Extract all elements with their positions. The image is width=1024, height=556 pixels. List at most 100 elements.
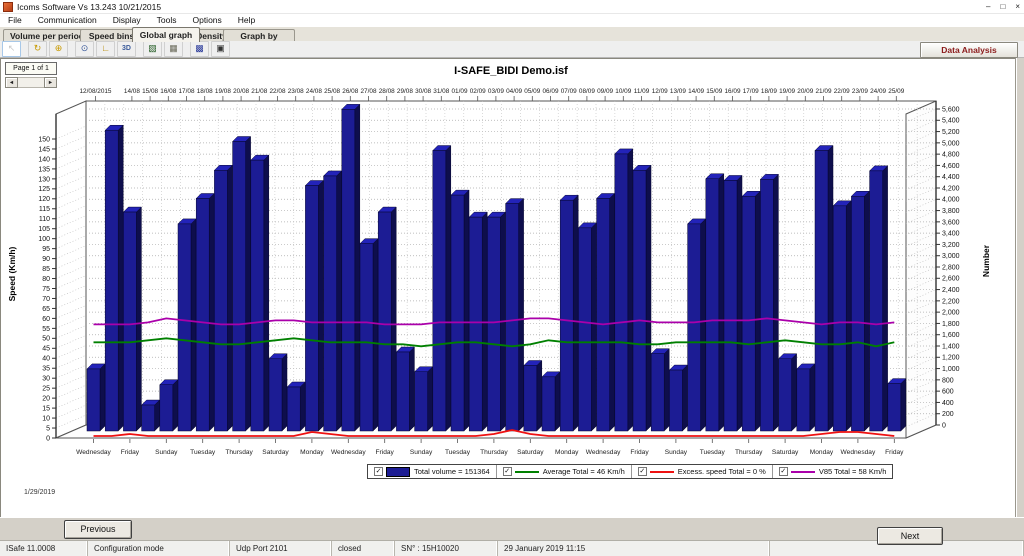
svg-text:12/08/2015: 12/08/2015 [80, 88, 112, 95]
save-icon[interactable]: ▣ [211, 41, 230, 57]
svg-text:22/09: 22/09 [834, 88, 850, 95]
legend-checkbox-0[interactable]: ✓ [374, 467, 383, 476]
color-graph-icon[interactable]: ▩ [190, 41, 209, 57]
data-analysis-button[interactable]: Data Analysis [920, 42, 1018, 58]
legend-swatch-2 [650, 471, 674, 473]
maximize-button[interactable]: □ [1000, 2, 1005, 11]
svg-text:18/09: 18/09 [761, 88, 777, 95]
toolbar-buttons: ↖ ↻⊕ ⊙∟3D ▧▦ ▩▣ [2, 41, 232, 57]
svg-text:Thursday: Thursday [480, 449, 508, 456]
svg-text:4,400: 4,400 [942, 174, 960, 181]
svg-text:5,400: 5,400 [942, 118, 960, 125]
svg-text:0: 0 [46, 435, 50, 442]
window-controls: – □ × [986, 0, 1020, 13]
svg-text:14/08: 14/08 [124, 88, 140, 95]
legend-checkbox-2[interactable]: ✓ [638, 467, 647, 476]
svg-text:10/09: 10/09 [615, 88, 631, 95]
previous-button[interactable]: Previous [64, 520, 132, 539]
svg-text:30/08: 30/08 [415, 88, 431, 95]
svg-text:18/08: 18/08 [197, 88, 213, 95]
tab-graph-by-class[interactable]: Graph by class [223, 29, 295, 41]
page-scrollbar[interactable]: ◄ ► [5, 77, 57, 88]
svg-text:21/08: 21/08 [251, 88, 267, 95]
page-scroll-track[interactable] [18, 77, 44, 88]
svg-text:17/08: 17/08 [179, 88, 195, 95]
svg-text:75: 75 [42, 286, 50, 293]
svg-text:85: 85 [42, 266, 50, 273]
legend-swatch-0 [386, 467, 410, 477]
legend-label-1: Average Total = 46 Km/h [543, 467, 625, 476]
svg-text:105: 105 [38, 226, 50, 233]
svg-text:20: 20 [42, 396, 50, 403]
menu-item-communication[interactable]: Communication [30, 14, 105, 27]
svg-text:95: 95 [42, 246, 50, 253]
svg-text:70: 70 [42, 296, 50, 303]
svg-text:4,800: 4,800 [942, 152, 960, 159]
svg-text:55: 55 [42, 326, 50, 333]
svg-text:16/09: 16/09 [725, 88, 741, 95]
svg-text:45: 45 [42, 346, 50, 353]
print-icon[interactable]: ▦ [164, 41, 183, 57]
refresh-icon[interactable]: ↻ [28, 41, 47, 57]
pan-icon[interactable]: ⊕ [49, 41, 68, 57]
svg-text:26/08: 26/08 [342, 88, 358, 95]
svg-text:2,800: 2,800 [942, 264, 960, 271]
svg-text:28/08: 28/08 [379, 88, 395, 95]
right-axis-title: Number [981, 244, 991, 277]
legend-checkbox-3[interactable]: ✓ [779, 467, 788, 476]
page-prev-arrow[interactable]: ◄ [5, 77, 18, 88]
svg-text:110: 110 [39, 216, 50, 223]
menu-item-options[interactable]: Options [184, 14, 229, 27]
svg-text:Monday: Monday [300, 449, 324, 456]
svg-text:3,200: 3,200 [942, 242, 960, 249]
svg-text:5: 5 [46, 425, 50, 432]
svg-text:3,400: 3,400 [942, 231, 960, 238]
svg-text:Tuesday: Tuesday [445, 449, 471, 456]
svg-text:5,200: 5,200 [942, 129, 960, 136]
menu-item-display[interactable]: Display [105, 14, 149, 27]
zoom-icon[interactable]: ⊙ [75, 41, 94, 57]
menu-item-tools[interactable]: Tools [149, 14, 185, 27]
page-next-arrow[interactable]: ► [44, 77, 57, 88]
svg-text:1,400: 1,400 [942, 343, 960, 350]
svg-text:1,000: 1,000 [942, 366, 960, 373]
svg-text:24/08: 24/08 [306, 88, 322, 95]
svg-text:2,000: 2,000 [942, 310, 960, 317]
svg-text:145: 145 [38, 146, 50, 153]
chart-title: I-SAFE_BIDI Demo.isf [454, 65, 568, 77]
svg-text:35: 35 [42, 366, 50, 373]
svg-text:04/09: 04/09 [506, 88, 522, 95]
status-field-0: ISafe 11.0008 [0, 541, 88, 556]
close-button[interactable]: × [1015, 2, 1020, 11]
menu-bar: FileCommunicationDisplayToolsOptionsHelp [0, 14, 1024, 27]
chart-legend: ✓Total volume = 151364✓Average Total = 4… [367, 464, 893, 479]
svg-text:200: 200 [942, 411, 954, 418]
svg-text:1,600: 1,600 [942, 332, 960, 339]
svg-text:1,200: 1,200 [942, 355, 960, 362]
axes-icon[interactable]: ∟ [96, 41, 115, 57]
legend-label-2: Excess. speed Total = 0 % [678, 467, 766, 476]
next-button[interactable]: Next [877, 527, 943, 545]
legend-label-3: V85 Total = 58 Km/h [819, 467, 887, 476]
tab-global-graph[interactable]: Global graph [132, 27, 200, 42]
svg-text:08/09: 08/09 [579, 88, 595, 95]
menu-item-file[interactable]: File [0, 14, 30, 27]
graph-icon[interactable]: ▧ [143, 41, 162, 57]
minimize-button[interactable]: – [986, 2, 990, 11]
svg-text:Monday: Monday [810, 449, 834, 456]
svg-text:50: 50 [42, 336, 50, 343]
cursor-icon[interactable]: ↖ [2, 41, 21, 57]
svg-text:140: 140 [38, 156, 50, 163]
page-navigator: Page 1 of 1 ◄ ► [5, 62, 57, 88]
day-axis: WednesdayFridaySundayTuesdayThursdaySatu… [76, 439, 904, 456]
svg-text:4,200: 4,200 [942, 185, 960, 192]
svg-text:2,600: 2,600 [942, 276, 960, 283]
tab-volume-per-period[interactable]: Volume per period [3, 29, 91, 41]
svg-text:Saturday: Saturday [262, 449, 289, 456]
svg-text:4,000: 4,000 [942, 197, 960, 204]
3d-icon[interactable]: 3D [117, 41, 136, 57]
svg-text:20/09: 20/09 [797, 88, 813, 95]
svg-text:150: 150 [38, 136, 50, 143]
legend-checkbox-1[interactable]: ✓ [503, 467, 512, 476]
menu-item-help[interactable]: Help [230, 14, 263, 27]
